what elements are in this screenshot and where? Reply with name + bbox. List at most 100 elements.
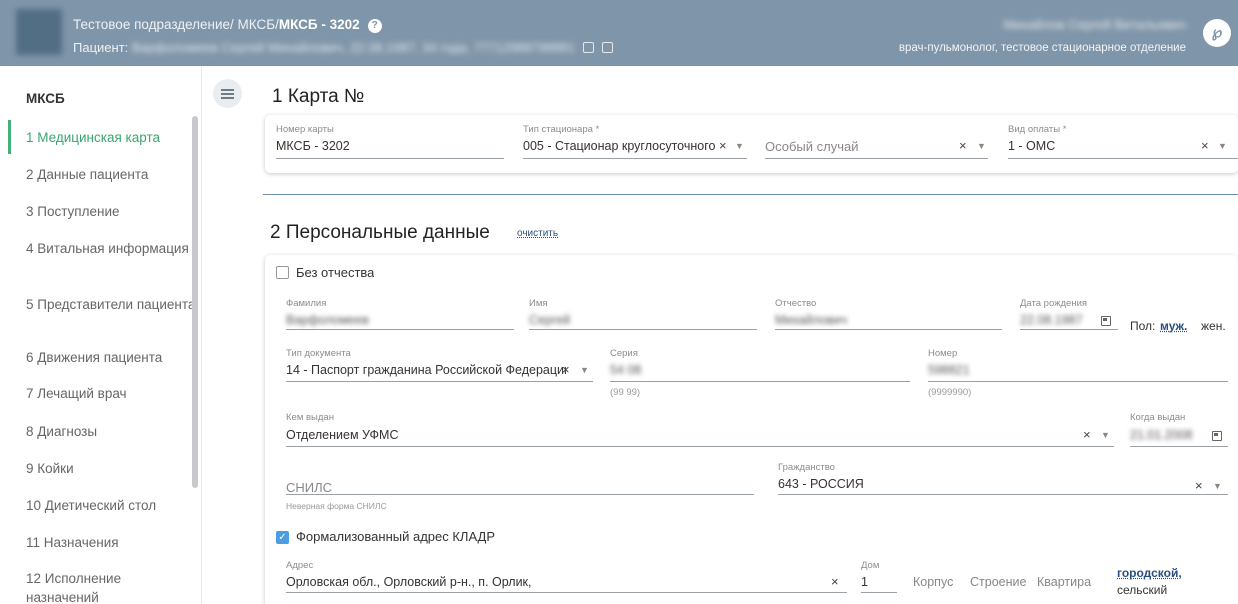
hospital-type-label: Тип стационара * [523,124,600,135]
hospital-type-value[interactable]: 005 - Стационар круглосуточного пр [523,139,717,153]
sidebar-item-prescriptions[interactable]: 11 Назначения [26,533,196,552]
kladr-checkbox[interactable]: ✓ [276,531,289,544]
series-hint: (99 99) [610,387,641,398]
kladr-label: Формализованный адрес КЛАДР [296,529,496,544]
doc-type-label: Тип документа [286,348,351,359]
surname-label: Фамилия [286,298,327,309]
payment-type-value[interactable]: 1 - ОМС [1008,139,1055,153]
card-number-value[interactable]: МКСБ - 3202 [276,139,350,153]
calendar-icon[interactable] [1212,431,1222,441]
issued-by-label: Кем выдан [286,412,334,423]
sex-label: Пол: [1130,319,1156,333]
chevron-down-icon[interactable]: ▼ [1101,430,1110,440]
card-icon[interactable] [602,42,614,53]
card-number-underline [276,158,504,159]
surname-underline [286,329,514,330]
sidebar-item-attending-doctor[interactable]: 7 Лечащий врач [26,384,196,403]
sidebar-scrollbar[interactable] [192,116,198,488]
issued-by-value[interactable]: Отделением УФМС [286,428,398,442]
snils-field[interactable]: СНИЛС [286,480,332,495]
patronymic-value[interactable]: Михайлович [775,313,847,327]
breadcrumb-path[interactable]: Тестовое подразделение/ МКСБ/ [73,17,279,32]
chevron-down-icon[interactable]: ▼ [1218,141,1227,151]
number-hint: (9999990) [928,387,972,398]
sidebar-item-admission[interactable]: 3 Поступление [26,202,196,221]
sidebar-item-medical-card[interactable]: 1 Медицинская карта [26,128,196,147]
sidebar-item-diagnoses[interactable]: 8 Диагнозы [26,422,196,441]
address-value[interactable]: Орловская обл., Орловский р-н., п. Орлик… [286,575,532,589]
question-circle-icon[interactable]: ? [367,19,382,33]
snils-error: Неверная форма СНИЛС [286,501,387,511]
sidebar-item-beds[interactable]: 9 Койки [26,459,196,478]
hospital-type-underline [523,158,747,159]
patronymic-underline [775,329,1002,330]
clear-icon[interactable]: × [562,362,570,377]
number-value[interactable]: 598821 [928,363,970,377]
area-rural-option[interactable]: сельский [1117,583,1167,597]
hamburger-line [221,93,234,95]
korpus-field[interactable]: Корпус [913,575,953,589]
citizenship-value[interactable]: 643 - РОССИЯ [778,477,864,491]
issue-date-value[interactable]: 21.01.2008 [1130,428,1193,442]
sex-option-male[interactable]: муж. [1160,319,1187,333]
sex-option-female[interactable]: жен. [1201,319,1226,333]
clear-icon[interactable]: × [959,138,967,153]
section-divider [263,194,1238,195]
series-label: Серия [610,348,638,359]
breadcrumb: Тестовое подразделение/ МКСБ/МКСБ - 3202… [73,17,382,33]
birthdate-value[interactable]: 22.08.1987 [1020,313,1083,327]
open-external-icon[interactable] [583,42,595,53]
chevron-down-icon[interactable]: ▼ [977,141,986,151]
clear-icon[interactable]: × [1083,427,1091,442]
sidebar-item-representatives[interactable]: 5 Представители пациента [26,295,196,314]
snils-underline [286,494,754,495]
sidebar-item-movements[interactable]: 6 Движения пациента [26,348,196,367]
clear-icon[interactable]: × [719,138,727,153]
payment-type-underline [1008,158,1238,159]
special-case-field[interactable]: Особый случай [765,139,859,154]
area-urban-option[interactable]: городской, [1117,566,1182,580]
active-indicator [8,120,11,154]
citizenship-underline [778,494,1228,495]
patient-label: Пациент: [73,40,132,55]
card-number-label: Номер карты [276,124,334,135]
sidebar-item-diet-table[interactable]: 10 Диетический стол [26,496,196,515]
birthdate-label: Дата рождения [1020,298,1088,309]
sidebar-item-execution[interactable]: 12 Исполнение назначений [26,569,196,604]
breadcrumb-current: МКСБ - 3202 [278,17,360,32]
personal-section-title: 2 Персональные данные [270,222,490,243]
kvartira-field[interactable]: Квартира [1037,575,1091,589]
card-number-card: Номер карты МКСБ - 3202 Тип стационара *… [265,115,1238,173]
surname-value[interactable]: Варфоломеев [286,313,369,327]
stethoscope-icon[interactable]: ℘ [1203,19,1231,47]
series-value[interactable]: 54 08 [610,363,641,377]
clear-icon[interactable]: × [1195,478,1203,493]
hamburger-line [221,97,234,99]
sidebar-item-vital-info[interactable]: 4 Витальная информация [26,239,196,258]
name-value[interactable]: Сергей [529,313,570,327]
hamburger-icon [221,89,234,91]
chevron-down-icon[interactable]: ▼ [1213,481,1222,491]
chevron-down-icon[interactable]: ▼ [735,141,744,151]
patient-photo [16,9,62,55]
house-value[interactable]: 1 [861,575,868,589]
house-label: Дом [861,560,880,571]
calendar-icon[interactable] [1101,316,1111,326]
citizenship-label: Гражданство [778,462,835,473]
clear-personal-link[interactable]: очистить [517,228,558,239]
chevron-down-icon[interactable]: ▼ [580,365,589,375]
house-underline [861,592,897,593]
birthdate-underline [1020,329,1118,330]
doc-type-value[interactable]: 14 - Паспорт гражданина Российской Федер… [286,363,566,377]
stroenie-field[interactable]: Строение [970,575,1026,589]
address-underline [286,592,847,593]
no-patronymic-label: Без отчества [296,265,375,280]
clear-icon[interactable]: × [831,574,839,589]
menu-toggle-button[interactable] [213,79,242,108]
card-section-title: 1 Карта № [272,86,365,107]
sidebar-item-patient-data[interactable]: 2 Данные пациента [26,165,196,184]
special-case-underline [765,158,988,159]
no-patronymic-checkbox[interactable] [276,266,289,279]
clear-icon[interactable]: × [1201,138,1209,153]
payment-type-label: Вид оплаты * [1008,124,1067,135]
